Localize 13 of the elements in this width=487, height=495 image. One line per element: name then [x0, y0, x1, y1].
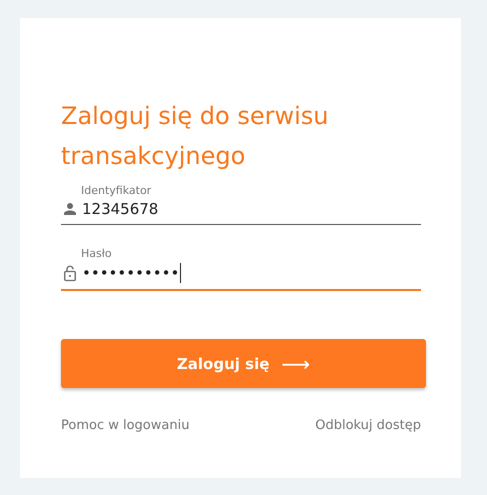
input-field[interactable]: Hasło •••••••••••: [61, 247, 421, 291]
login-title: Zaloguj się do serwisu transakcyjnego: [61, 101, 330, 172]
help-link[interactable]: Pomoc w logowaniu: [61, 418, 190, 433]
field-label: Hasło: [81, 247, 113, 260]
help-link[interactable]: Odblokuj dostęp: [315, 418, 421, 433]
person-icon: [61, 200, 79, 218]
field-value: •••••••••••: [82, 264, 180, 282]
field-value: 12345678: [82, 200, 158, 218]
input-field[interactable]: Identyfikator 12345678: [61, 184, 421, 225]
login-button[interactable]: Zaloguj się ⟶: [61, 339, 426, 388]
field-label: Identyfikator: [81, 184, 152, 197]
text-cursor: [180, 263, 182, 283]
padlock-icon: [61, 264, 79, 282]
